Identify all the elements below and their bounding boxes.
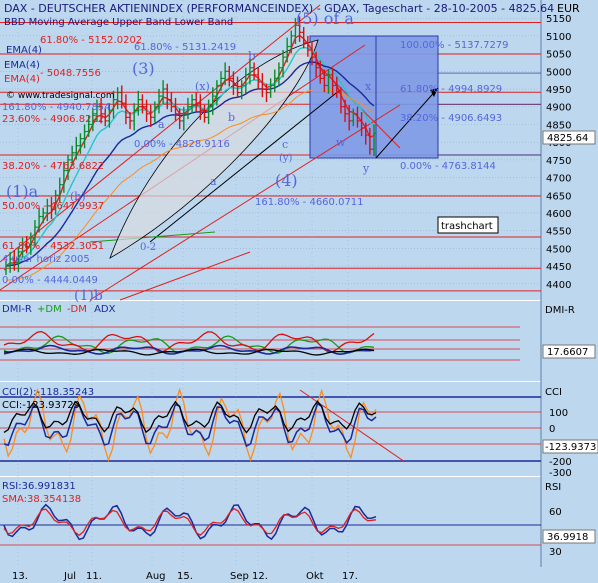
cci-legend-2: CCI:-123.93729: [2, 400, 80, 411]
rsi-axis-label: RSI: [545, 482, 561, 493]
price-tick-label: 4900: [546, 103, 571, 114]
x-tick-label: 17.: [342, 571, 358, 582]
rsi-tick-label: 60: [549, 507, 562, 518]
wave-label: w: [336, 136, 346, 149]
price-tick-label: 4600: [546, 209, 571, 220]
fib-label: 0.00% - 4444.0449: [2, 275, 98, 286]
x-tick-label: Aug: [146, 571, 166, 582]
fib-label: 161.80% - 4660.0711: [255, 197, 364, 208]
rsi-legend-2: SMA:38.354138: [2, 494, 81, 505]
currency-label: EUR: [557, 2, 580, 15]
cci-axis-label: CCI: [545, 387, 562, 398]
fib-label: 61.80% - 5131.2419: [134, 42, 236, 53]
price-tick-label: 4700: [546, 174, 571, 185]
wave-label: (3): [132, 59, 155, 78]
price-tick-label: 4950: [546, 85, 571, 96]
dax-chart: 4400445045004550460046504700475048004850…: [0, 0, 598, 583]
price-tick-label: 4750: [546, 156, 571, 167]
fib-label: 38.20% - 4763.6822: [2, 161, 104, 172]
price-tick-label: 5100: [546, 32, 571, 43]
x-tick-label: 13.: [12, 571, 28, 582]
rsi-legend-1: RSI:36.991831: [2, 481, 76, 492]
cci-tick-label: -300: [549, 468, 572, 479]
x-tick-label: Jul: [63, 571, 76, 582]
rsi-panel: [0, 477, 541, 567]
fib-label: 0.00% - 4763.8144: [400, 161, 496, 172]
wave-label: y: [362, 162, 370, 175]
fib-label: 61.80% - 4994.8929: [400, 84, 502, 95]
wave-label: (1)b: [74, 288, 103, 304]
price-tick-label: 5050: [546, 50, 571, 61]
legend-ema-2: EMA(4): [4, 60, 40, 71]
price-tick-label: 4550: [546, 227, 571, 238]
price-tick-label: 4500: [546, 244, 571, 255]
wave-label: (b): [70, 190, 86, 203]
fib-label: 100.00% - 5137.7279: [400, 40, 509, 51]
dmi-legend-pdm: +DM: [37, 304, 62, 315]
dmi-axis-label: DMI-R: [545, 305, 575, 316]
rsi-last: 36.9918: [547, 532, 588, 543]
last-price: 4825.64: [547, 133, 588, 144]
legend-ema-1: EMA(4): [6, 45, 42, 56]
wave-label: a: [210, 175, 217, 188]
site-credit: © www.tradesignal.com: [6, 91, 115, 101]
fib-label: 161.80% - 4940.7854: [2, 102, 111, 113]
x-tick-label: Okt: [306, 571, 324, 582]
wave-label: 0-2: [140, 242, 156, 253]
x-tick-label: 12.: [252, 571, 268, 582]
chart-title: DAX - DEUTSCHER AKTIENINDEX (PERFORMANCE…: [4, 2, 554, 15]
cci-last: -123.9373: [545, 442, 596, 453]
rsi-tick-label: 30: [549, 547, 562, 558]
dmi-legend-mdm: -DM: [67, 304, 87, 315]
x-tick-label: 11.: [86, 571, 102, 582]
fib-label: 38.20% - 4906.6493: [400, 113, 502, 124]
wave-label: b: [228, 111, 235, 124]
cci-tick-label: -200: [549, 457, 572, 468]
wave-label: (y): [279, 153, 293, 164]
fib-label: 23.60% - 4906.8222: [2, 114, 104, 125]
wave-label: c: [282, 138, 288, 151]
cci-legend-1: CCI(2):-118.35243: [2, 387, 94, 398]
chart-subtitle: BBD Moving Average Upper Band Lower Band: [4, 17, 233, 28]
cci-tick-label: 0: [549, 424, 555, 435]
price-tick-label: 5150: [546, 14, 571, 25]
fib-label: - 5048.7556: [40, 68, 101, 79]
fib-label: 0.00% - 4828.9116: [134, 139, 230, 150]
price-tick-label: 5000: [546, 67, 571, 78]
wave-label: b: [248, 49, 256, 63]
wave-label: x: [365, 80, 372, 93]
watermark-text: trashchart: [441, 221, 493, 232]
price-tick-label: 4850: [546, 120, 571, 131]
price-tick-label: 4450: [546, 262, 571, 273]
dmi-legend: DMI-R +DM -DM ADX: [2, 304, 116, 315]
wave-label: (1)a: [6, 182, 39, 201]
wave-label: a: [158, 118, 165, 131]
dmi-legend-dmir: DMI-R: [2, 304, 32, 315]
x-tick-label: 15.: [177, 571, 193, 582]
price-tick-label: 4400: [546, 280, 571, 291]
fib-label: 61.80% - 5152.0202: [40, 35, 142, 46]
dmi-last: 17.6607: [547, 347, 588, 358]
cci-tick-label: 100: [549, 408, 568, 419]
fib-label: 61.80% - 4532.3051: [2, 241, 104, 252]
wave-label: (4): [275, 171, 298, 190]
price-tick-label: 4650: [546, 191, 571, 202]
wave-label: (x): [195, 80, 210, 93]
x-tick-label: Sep: [230, 571, 249, 582]
fib-label: 50.00% - 4647.9937: [2, 201, 104, 212]
fib-label: 4 user horiz 2005: [2, 254, 90, 265]
dmi-legend-adx: ADX: [94, 304, 116, 315]
legend-ema-3: EMA(4): [4, 74, 40, 85]
